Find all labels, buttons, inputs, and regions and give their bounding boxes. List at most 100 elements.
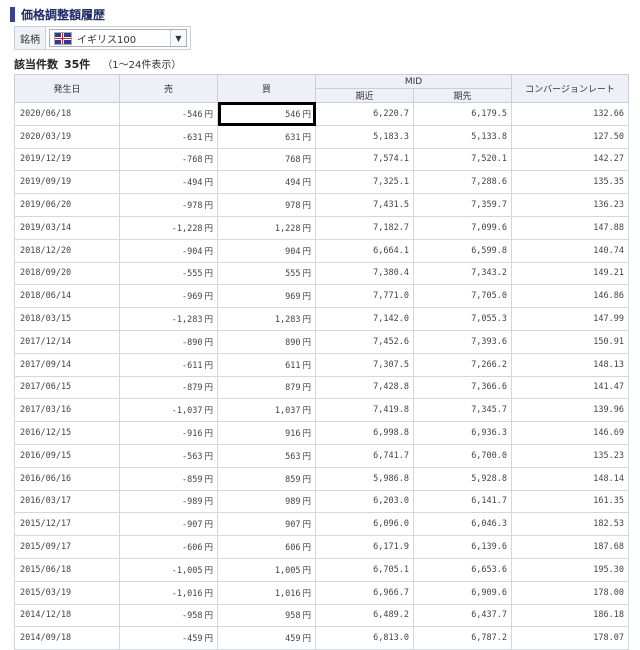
row-buy: 958 円	[217, 603, 316, 628]
row-conversion-rate-value: 146.69	[593, 428, 625, 439]
row-mid-far: 6,437.7	[412, 603, 513, 628]
row-sell: -546 円	[119, 102, 218, 126]
row-mid-far-value: 6,599.8	[471, 245, 508, 256]
row-mid-near: 6,664.1	[315, 238, 414, 263]
row-mid-near-value: 6,998.8	[373, 428, 409, 439]
row-sell-unit: 円	[204, 315, 213, 326]
row-buy-value: 890	[285, 337, 301, 348]
row-mid-near-value: 6,489.2	[373, 610, 409, 621]
row-sell-value: -1,016	[171, 588, 203, 599]
col-header-buy: 買	[217, 74, 316, 103]
row-mid-far: 7,343.2	[412, 261, 513, 286]
row-sell-value: -546	[182, 109, 203, 120]
table-row: 2017/06/15 -879 円 879 円 7,428.8 7,366.6 141.47	[14, 375, 630, 400]
symbol-select[interactable]: イギリス100 ▼	[49, 29, 187, 47]
row-date-value: 2015/09/17	[20, 542, 72, 553]
row-date: 2019/03/14	[14, 215, 120, 240]
row-buy: 890 円	[217, 329, 316, 354]
row-buy-unit: 円	[302, 565, 311, 576]
row-buy-value: 989	[285, 497, 301, 508]
row-buy-value: 859	[285, 474, 301, 485]
row-mid-near: 7,142.0	[315, 307, 414, 331]
row-conversion-rate-value: 141.47	[593, 382, 625, 393]
row-mid-far: 6,046.3	[412, 512, 513, 537]
row-mid-far-value: 6,787.2	[471, 633, 508, 644]
row-conversion-rate-value: 148.13	[593, 359, 625, 370]
row-mid-near: 7,325.1	[315, 170, 414, 195]
row-conversion-rate-value: 136.23	[593, 200, 625, 211]
row-sell-unit: 円	[204, 383, 213, 394]
row-conversion-rate: 136.23	[511, 193, 630, 217]
result-count: 35件	[64, 58, 91, 71]
row-sell-unit: 円	[204, 611, 213, 622]
row-sell: -904 円	[119, 238, 218, 263]
row-buy-unit: 円	[302, 132, 311, 143]
row-date-value: 2016/09/15	[20, 450, 72, 461]
row-mid-near-value: 6,220.7	[373, 108, 409, 119]
row-mid-far: 6,936.3	[412, 421, 513, 445]
row-mid-far: 6,909.6	[412, 580, 513, 605]
row-conversion-rate-value: 146.86	[593, 291, 625, 302]
row-sell: -555 円	[119, 261, 218, 286]
row-date-value: 2019/06/20	[20, 200, 72, 211]
row-date-value: 2017/09/14	[20, 359, 72, 370]
row-mid-far: 6,141.7	[412, 489, 513, 514]
table-row: 2017/09/14 -611 円 611 円 7,307.5 7,266.2 148.13	[14, 352, 630, 377]
row-conversion-rate: 148.14	[511, 466, 630, 491]
row-sell: -1,037 円	[119, 398, 218, 423]
row-sell-unit: 円	[204, 109, 213, 120]
row-buy-unit: 円	[302, 429, 311, 440]
row-conversion-rate: 148.13	[511, 352, 630, 377]
row-buy-unit: 円	[302, 520, 311, 531]
table-row: 2017/03/16 -1,037 円 1,037 円 7,419.8 7,345.7 139…	[14, 398, 630, 423]
row-sell-value: -916	[182, 429, 203, 440]
table-row: 2017/12/14 -890 円 890 円 7,452.6 7,393.6 150.91	[14, 329, 630, 354]
row-conversion-rate: 178.07	[511, 626, 630, 650]
uk-flag-icon	[54, 31, 72, 45]
row-date: 2018/12/20	[14, 238, 120, 263]
row-mid-near-value: 7,574.1	[373, 154, 409, 165]
row-buy-value: 978	[285, 201, 301, 212]
row-sell-unit: 円	[204, 178, 213, 189]
row-buy-unit: 円	[302, 246, 311, 257]
row-conversion-rate: 135.35	[511, 170, 630, 195]
row-mid-near-value: 5,986.8	[373, 473, 409, 484]
row-mid-far: 7,288.6	[412, 170, 513, 195]
row-mid-near: 6,489.2	[315, 603, 414, 628]
row-sell-unit: 円	[204, 155, 213, 166]
table-row: 2014/12/18 -958 円 958 円 6,489.2 6,437.7 186.18	[14, 603, 630, 628]
row-mid-near: 5,986.8	[315, 466, 414, 491]
row-date: 2015/12/17	[14, 512, 120, 537]
col-header-mid: MID	[314, 74, 513, 89]
table-row: 2019/09/19 -494 円 494 円 7,325.1 7,288.6 135.35	[14, 170, 630, 195]
row-sell-value: -978	[182, 201, 203, 212]
row-buy: 546 円	[217, 102, 317, 127]
row-buy-unit: 円	[302, 337, 311, 348]
row-date-value: 2016/12/15	[20, 428, 72, 439]
row-sell-unit: 円	[204, 634, 213, 645]
row-date: 2014/12/18	[14, 603, 120, 628]
row-mid-near: 6,171.9	[315, 535, 414, 559]
row-buy-value: 606	[285, 543, 301, 554]
symbol-filter-label: 銘柄	[15, 27, 46, 49]
result-summary: 該当件数 35件 （1〜24件表示）	[14, 56, 181, 72]
result-range: （1〜24件表示）	[102, 60, 182, 71]
row-sell: -989 円	[119, 489, 218, 514]
row-buy-value: 1,005	[274, 565, 301, 576]
row-sell-value: -1,228	[171, 223, 203, 234]
col-header-near: 期近	[315, 88, 414, 103]
row-sell-value: -907	[182, 520, 203, 531]
row-sell-value: -1,005	[171, 565, 203, 576]
row-date-value: 2014/12/18	[20, 610, 72, 621]
row-buy-value: 907	[285, 520, 301, 531]
row-conversion-rate-value: 148.14	[593, 473, 625, 484]
row-date: 2017/09/14	[14, 352, 120, 377]
row-mid-near-value: 7,431.5	[373, 200, 409, 211]
row-conversion-rate: 150.91	[511, 329, 630, 354]
row-date-value: 2019/12/19	[20, 154, 72, 165]
table-row: 2020/03/19 -631 円 631 円 5,183.3 5,133.8 127.50	[14, 124, 630, 149]
row-sell-unit: 円	[204, 223, 213, 234]
dropdown-arrow-icon[interactable]: ▼	[170, 30, 186, 46]
row-buy-unit: 円	[302, 474, 311, 485]
row-sell-value: -494	[182, 178, 203, 189]
